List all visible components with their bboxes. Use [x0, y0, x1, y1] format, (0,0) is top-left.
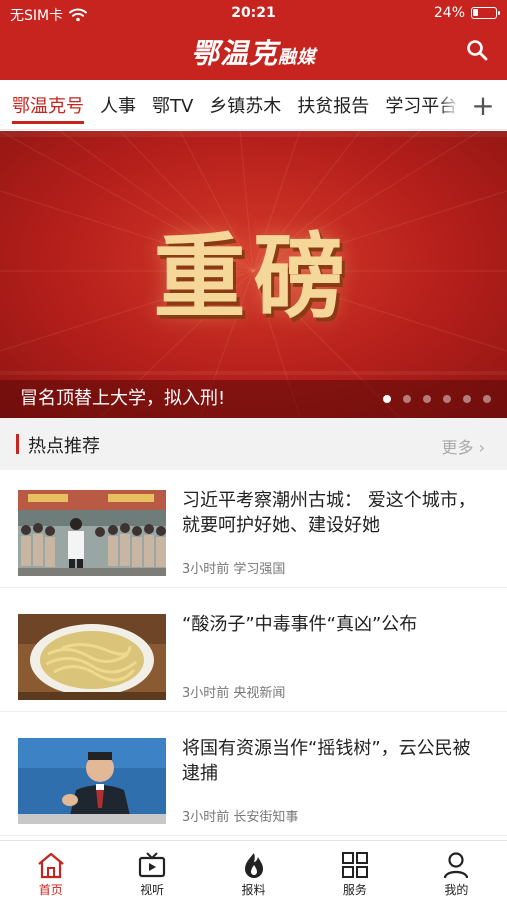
banner-caption[interactable]: 冒名顶替上大学，拟入刑! [20, 384, 225, 410]
nav-service[interactable]: 服务 [304, 841, 405, 900]
news-thumbnail [18, 614, 166, 700]
home-icon [37, 852, 64, 879]
tab-item[interactable]: 人事 [100, 80, 136, 129]
battery-percent: 24% [433, 5, 465, 21]
add-channel-button[interactable]: + [459, 80, 507, 129]
grid-icon [341, 852, 368, 878]
news-meta: 3小时前 长安街知事 [182, 806, 298, 825]
carousel-dot[interactable] [423, 395, 431, 403]
nav-report[interactable]: 报料 [203, 841, 304, 900]
app-title: 鄂温克融媒 [0, 32, 507, 72]
tv-icon [139, 852, 166, 878]
battery-info: 24% [433, 5, 500, 21]
tab-item[interactable]: 鄂温克号 [12, 80, 84, 129]
bottom-nav: 首页 视听 报料 服务 我的 [0, 840, 507, 900]
app-header: 无SIM卡 20:21 24% 鄂温克融媒 [0, 0, 507, 80]
status-bar: 无SIM卡 20:21 24% [0, 0, 507, 28]
nav-label: 视听 [140, 883, 165, 897]
news-headline[interactable]: 将国有资源当作“摇钱树”，云公民被逮捕 [182, 736, 488, 786]
carousel-dots [383, 395, 491, 403]
news-source: 学习强国 [233, 562, 286, 577]
nav-mine[interactable]: 我的 [406, 841, 507, 900]
news-source: 央视新闻 [233, 686, 286, 701]
carousel-dot[interactable] [483, 395, 491, 403]
tab-fade [439, 80, 459, 129]
channel-tabs: 鄂温克号 人事 鄂TV 乡镇苏木 扶贫报告 学习平台 + [0, 80, 507, 130]
news-item[interactable]: 习近平考察潮州古城： 爱这个城市，就要呵护好她、建设好她 3小时前 学习强国 [0, 476, 507, 588]
carousel-dot[interactable] [443, 395, 451, 403]
nav-label: 首页 [38, 883, 63, 897]
nav-label: 报料 [241, 883, 266, 897]
news-thumbnail [18, 738, 166, 824]
section-accent-bar [16, 434, 19, 454]
news-item[interactable]: “酸汤子”中毒事件“真凶”公布 3小时前 央视新闻 [0, 600, 507, 712]
tab-item[interactable]: 鄂TV [152, 80, 193, 129]
news-meta: 3小时前 学习强国 [182, 558, 285, 577]
app-title-main: 鄂温克 [190, 37, 278, 70]
news-time: 3小时前 [182, 562, 230, 577]
nav-label: 服务 [342, 883, 367, 897]
fire-icon [244, 853, 263, 878]
tab-track: 鄂温克号 人事 鄂TV 乡镇苏木 扶贫报告 学习平台 [12, 80, 457, 129]
nav-video[interactable]: 视听 [101, 841, 202, 900]
section-header: 热点推荐 更多 › [0, 418, 507, 470]
search-icon[interactable] [465, 38, 489, 62]
tab-item[interactable]: 乡镇苏木 [209, 80, 281, 129]
user-icon [444, 852, 469, 879]
news-time: 3小时前 [182, 686, 230, 701]
chevron-right-icon: › [478, 438, 485, 457]
more-link[interactable]: 更多 › [441, 434, 485, 458]
news-time: 3小时前 [182, 810, 230, 825]
nav-home[interactable]: 首页 [0, 841, 101, 900]
news-item[interactable]: 将国有资源当作“摇钱树”，云公民被逮捕 3小时前 长安街知事 [0, 724, 507, 836]
news-thumbnail [18, 490, 166, 576]
status-time: 20:21 [231, 5, 276, 21]
carousel-dot[interactable] [383, 395, 391, 403]
banner-carousel[interactable]: 重磅 冒名顶替上大学，拟入刑! [0, 131, 507, 418]
battery-icon [471, 7, 500, 19]
news-source: 长安街知事 [233, 810, 299, 825]
tab-item[interactable]: 扶贫报告 [297, 80, 369, 129]
nav-label: 我的 [444, 883, 469, 897]
more-label: 更多 [441, 438, 474, 457]
carousel-dot[interactable] [403, 395, 411, 403]
app-title-small: 融媒 [278, 47, 316, 68]
news-meta: 3小时前 央视新闻 [182, 682, 285, 701]
news-headline[interactable]: 习近平考察潮州古城： 爱这个城市，就要呵护好她、建设好她 [182, 488, 488, 538]
news-headline[interactable]: “酸汤子”中毒事件“真凶”公布 [182, 612, 488, 637]
banner-title: 重磅 [153, 223, 354, 331]
carousel-dot[interactable] [463, 395, 471, 403]
section-title: 热点推荐 [28, 436, 100, 457]
